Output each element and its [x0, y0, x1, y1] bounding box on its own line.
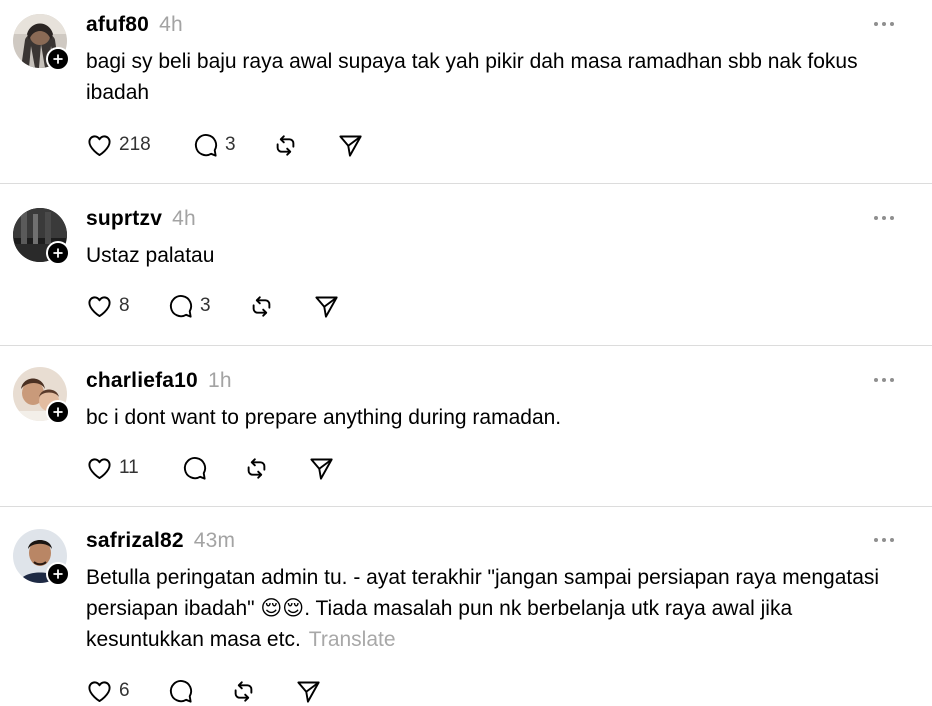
repost-button[interactable] [248, 291, 275, 321]
thread-reply: afuf80 4h bagi sy beli baju raya awal sup… [0, 0, 932, 183]
send-icon [295, 678, 322, 705]
repost-button[interactable] [230, 676, 257, 706]
thread-reply: charliefa10 1h bc i dont want to prepare … [0, 346, 932, 506]
repost-button[interactable] [272, 130, 299, 160]
more-button[interactable] [874, 216, 894, 222]
thread-reply: suprtzv 4h Ustaz palatau 8 3 [0, 184, 932, 345]
heart-icon [86, 455, 113, 482]
reply-button[interactable] [181, 453, 208, 483]
more-button[interactable] [874, 378, 894, 384]
plus-icon [51, 405, 65, 419]
speech-bubble-icon [167, 678, 194, 705]
like-button[interactable]: 8 [86, 291, 130, 321]
thread-reply: safrizal82 43m Betulla peringatan admin t… [0, 507, 932, 704]
follow-button[interactable] [46, 241, 70, 265]
timestamp[interactable]: 43m [194, 529, 235, 552]
username-row: suprtzv 4h [86, 207, 196, 231]
share-button[interactable] [337, 130, 364, 160]
more-icon [874, 22, 878, 26]
reply-count: 3 [200, 295, 211, 316]
share-button[interactable] [295, 676, 322, 706]
plus-icon [51, 246, 65, 260]
username[interactable]: afuf80 [86, 13, 149, 36]
more-icon [874, 216, 878, 220]
reply-button[interactable]: 3 [192, 130, 236, 160]
heart-icon [86, 132, 113, 159]
speech-bubble-icon [167, 293, 194, 320]
like-button[interactable]: 218 [86, 130, 151, 160]
post-text: Ustaz palatau [86, 244, 215, 267]
speech-bubble-icon [181, 455, 208, 482]
username[interactable]: charliefa10 [86, 369, 198, 392]
username[interactable]: suprtzv [86, 207, 162, 230]
username-row: afuf80 4h [86, 13, 183, 37]
like-count: 6 [119, 680, 130, 701]
more-icon [874, 538, 878, 542]
post-text-content: Betulla peringatan admin tu. - ayat tera… [86, 566, 880, 651]
follow-button[interactable] [46, 400, 70, 424]
repost-button[interactable] [243, 453, 270, 483]
plus-icon [51, 52, 65, 66]
follow-button[interactable] [46, 47, 70, 71]
speech-bubble-icon [192, 132, 219, 159]
send-icon [313, 293, 340, 320]
like-count: 11 [119, 457, 139, 478]
more-button[interactable] [874, 22, 894, 28]
reply-count: 3 [225, 134, 236, 155]
share-button[interactable] [308, 453, 335, 483]
send-icon [337, 132, 364, 159]
username-row: charliefa10 1h [86, 369, 232, 393]
send-icon [308, 455, 335, 482]
timestamp[interactable]: 4h [172, 207, 196, 230]
avatar-container[interactable] [13, 208, 70, 266]
heart-icon [86, 293, 113, 320]
username-row: safrizal82 43m [86, 529, 235, 553]
avatar-container[interactable] [13, 14, 70, 72]
follow-button[interactable] [46, 562, 70, 586]
more-button[interactable] [874, 538, 894, 544]
heart-icon [86, 678, 113, 705]
like-button[interactable]: 11 [86, 453, 139, 483]
repost-icon [230, 678, 257, 705]
share-button[interactable] [313, 291, 340, 321]
avatar-container[interactable] [13, 529, 70, 587]
repost-icon [272, 132, 299, 159]
reply-button[interactable] [167, 676, 194, 706]
reply-button[interactable]: 3 [167, 291, 211, 321]
post-text: Betulla peringatan admin tu. - ayat tera… [86, 562, 886, 655]
timestamp[interactable]: 4h [159, 13, 183, 36]
repost-icon [248, 293, 275, 320]
like-count: 218 [119, 134, 151, 155]
like-count: 8 [119, 295, 130, 316]
translate-link[interactable]: Translate [309, 628, 396, 651]
like-button[interactable]: 6 [86, 676, 130, 706]
post-text: bagi sy beli baju raya awal supaya tak y… [86, 50, 858, 104]
post-text: bc i dont want to prepare anything durin… [86, 406, 562, 429]
timestamp[interactable]: 1h [208, 369, 232, 392]
more-icon [874, 378, 878, 382]
plus-icon [51, 567, 65, 581]
avatar-container[interactable] [13, 367, 70, 425]
username[interactable]: safrizal82 [86, 529, 184, 552]
repost-icon [243, 455, 270, 482]
